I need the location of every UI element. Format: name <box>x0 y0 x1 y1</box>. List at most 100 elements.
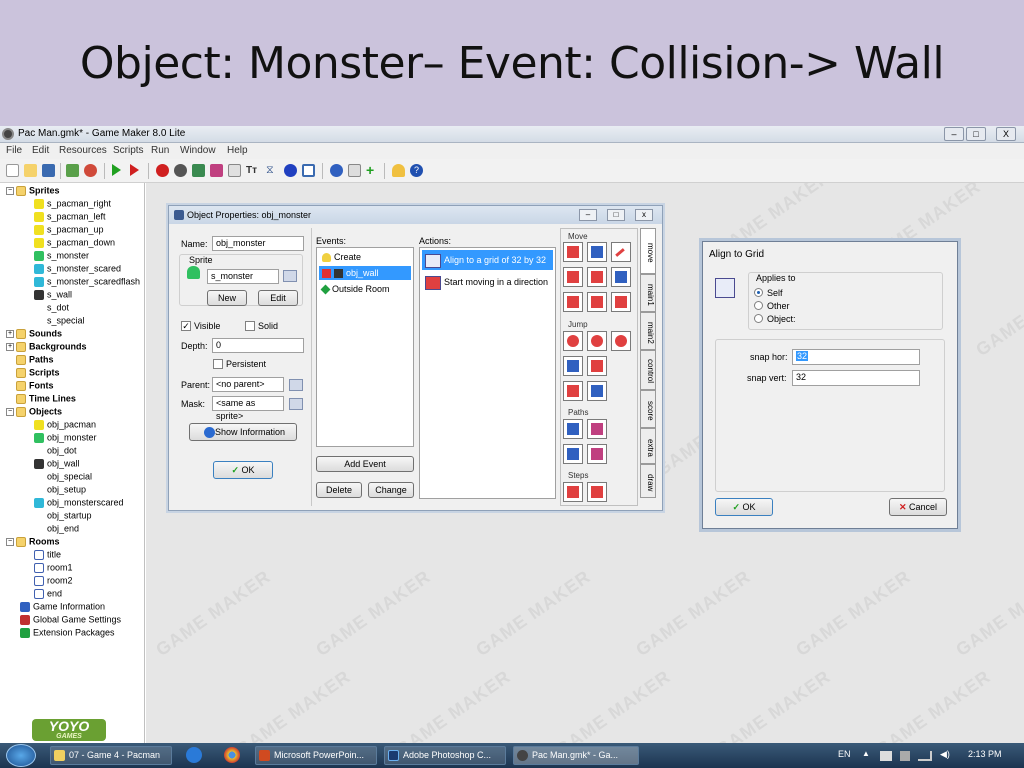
step-avoiding-action-button[interactable] <box>587 482 607 502</box>
align-cancel-button[interactable]: ✕ Cancel <box>889 498 947 516</box>
event-outside-room[interactable]: Outside Room <box>319 282 411 296</box>
tree-item-object[interactable]: obj_special <box>34 471 92 484</box>
create-executable-icon[interactable] <box>66 164 79 177</box>
snap-hor-field[interactable]: 32 <box>792 349 920 365</box>
object-window-close-button[interactable]: x <box>635 209 653 221</box>
task-photoshop[interactable]: Adobe Photoshop C... <box>384 746 506 765</box>
tree-folder-scripts[interactable]: Scripts <box>16 367 60 380</box>
tree-item-room[interactable]: room2 <box>34 575 73 588</box>
change-event-button[interactable]: Change <box>368 482 414 498</box>
show-hidden-icons-icon[interactable]: ▲ <box>862 749 870 758</box>
object-window-minimize-button[interactable]: – <box>579 209 597 221</box>
gravity-action-button[interactable] <box>611 267 631 287</box>
path-position-action-button[interactable] <box>563 444 583 464</box>
visible-checkbox[interactable]: ✓ <box>181 321 191 331</box>
reverse-horizontal-action-button[interactable] <box>563 292 583 312</box>
tree-folder-rooms[interactable]: − Rooms <box>6 536 60 549</box>
tree-item-extension-packages[interactable]: Extension Packages <box>20 627 115 640</box>
expand-icon[interactable]: + <box>6 329 14 338</box>
publish-icon[interactable] <box>84 164 97 177</box>
tree-item-game-information[interactable]: Game Information <box>20 601 105 614</box>
tree-item-object[interactable]: obj_monster <box>34 432 97 445</box>
tree-item-object[interactable]: obj_dot <box>34 445 77 458</box>
usb-icon[interactable] <box>900 751 910 761</box>
tree-folder-sprites[interactable]: − Sprites <box>6 185 60 198</box>
tab-extra[interactable]: extra <box>640 428 656 464</box>
start-button[interactable] <box>6 744 36 767</box>
object-window-title-bar[interactable]: Object Properties: obj_monster – □ x <box>169 206 662 224</box>
object-window-restore-button[interactable]: □ <box>607 209 625 221</box>
mask-menu-icon[interactable] <box>289 398 303 410</box>
network-device-icon[interactable] <box>880 751 892 761</box>
tree-item-sprite[interactable]: s_monster_scared <box>34 263 121 276</box>
tree-item-room[interactable]: room1 <box>34 562 73 575</box>
jump-start-action-button[interactable] <box>587 331 607 351</box>
run-icon[interactable] <box>112 164 121 176</box>
menu-window[interactable]: Window <box>180 145 216 156</box>
collapse-icon[interactable]: − <box>6 186 14 195</box>
tree-item-room[interactable]: title <box>34 549 61 562</box>
tree-item-object[interactable]: obj_startup <box>34 510 92 523</box>
action-start-moving[interactable]: Start moving in a direction <box>422 272 553 292</box>
collapse-icon[interactable]: − <box>6 537 14 546</box>
add-sprite-icon[interactable] <box>156 164 169 177</box>
tree-folder-paths[interactable]: Paths <box>16 354 54 367</box>
friction-action-button[interactable] <box>611 292 631 312</box>
applies-object-radio[interactable] <box>754 314 763 323</box>
snap-vert-field[interactable]: 32 <box>792 370 920 386</box>
tab-draw[interactable]: draw <box>640 464 656 498</box>
object-ok-button[interactable]: ✓ OK <box>213 461 273 479</box>
tree-item-sprite[interactable]: s_pacman_right <box>34 198 111 211</box>
tree-folder-timelines[interactable]: Time Lines <box>16 393 76 406</box>
internet-explorer-icon[interactable] <box>186 747 202 763</box>
tree-item-sprite[interactable]: s_pacman_up <box>34 224 104 237</box>
persistent-checkbox[interactable] <box>213 359 223 369</box>
set-path-action-button[interactable] <box>563 419 583 439</box>
open-icon[interactable] <box>24 164 37 177</box>
signal-icon[interactable] <box>918 751 932 761</box>
add-object-icon[interactable] <box>284 164 297 177</box>
tree-folder-sounds[interactable]: + Sounds <box>6 328 62 341</box>
event-create[interactable]: Create <box>319 250 411 264</box>
applies-self-radio[interactable] <box>754 288 763 297</box>
bounce-action-button[interactable] <box>587 381 607 401</box>
tab-main1[interactable]: main1 <box>640 274 656 312</box>
snap-grid-action-button[interactable] <box>563 356 583 376</box>
wrap-screen-action-button[interactable] <box>587 356 607 376</box>
jump-position-action-button[interactable] <box>563 331 583 351</box>
save-icon[interactable] <box>42 164 55 177</box>
depth-field[interactable]: 0 <box>212 338 304 353</box>
menu-resources[interactable]: Resources <box>59 145 107 156</box>
tree-item-sprite[interactable]: s_pacman_down <box>34 237 115 250</box>
edit-sprite-button[interactable]: Edit <box>258 290 298 306</box>
add-background-icon[interactable] <box>192 164 205 177</box>
menu-file[interactable]: File <box>6 145 22 156</box>
tree-item-sprite[interactable]: s_dot <box>34 302 69 315</box>
volume-icon[interactable]: ◀) <box>940 749 950 760</box>
delete-event-button[interactable]: Delete <box>316 482 362 498</box>
add-font-icon[interactable]: Tт <box>246 164 259 177</box>
tree-item-object[interactable]: obj_wall <box>34 458 80 471</box>
tree-folder-objects[interactable]: − Objects <box>6 406 62 419</box>
reverse-vertical-action-button[interactable] <box>587 292 607 312</box>
solid-checkbox[interactable] <box>245 321 255 331</box>
tree-item-sprite[interactable]: s_pacman_left <box>34 211 106 224</box>
menu-run[interactable]: Run <box>151 145 169 156</box>
task-powerpoint[interactable]: Microsoft PowerPoin... <box>255 746 377 765</box>
menu-edit[interactable]: Edit <box>32 145 49 156</box>
event-collision-wall[interactable]: obj_wall <box>319 266 411 280</box>
menu-help[interactable]: Help <box>227 145 248 156</box>
language-indicator[interactable]: EN <box>838 749 851 759</box>
actions-list[interactable]: Align to a grid of 32 by 32 Start moving… <box>419 247 556 499</box>
new-sprite-button[interactable]: New <box>207 290 247 306</box>
chrome-icon[interactable] <box>224 747 240 763</box>
tree-item-global-game-settings[interactable]: Global Game Settings <box>20 614 121 627</box>
add-event-button[interactable]: Add Event <box>316 456 414 472</box>
mask-select[interactable]: <same as sprite> <box>212 396 284 421</box>
end-path-action-button[interactable] <box>587 419 607 439</box>
clock[interactable]: 2:13 PM <box>968 749 1002 759</box>
window-title-bar[interactable]: Pac Man.gmk* - Game Maker 8.0 Lite – □ X <box>0 126 1024 143</box>
sprite-menu-icon[interactable] <box>283 270 297 282</box>
speed-vertical-action-button[interactable] <box>587 267 607 287</box>
tree-item-sprite[interactable]: s_monster <box>34 250 89 263</box>
